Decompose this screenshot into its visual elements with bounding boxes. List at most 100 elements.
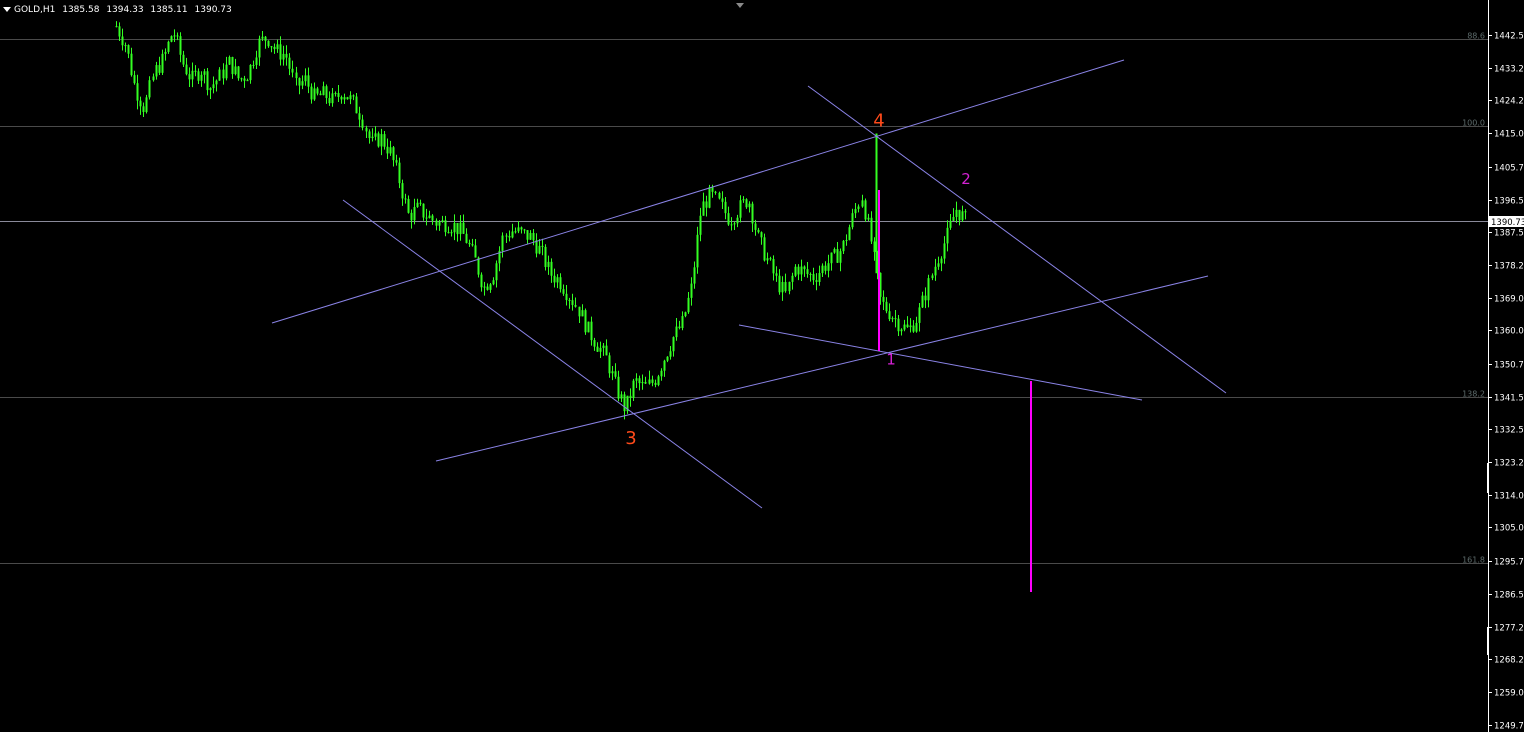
price-tick-label: 1286.53 (1494, 591, 1524, 601)
price-tick-label: 1360.03 (1494, 327, 1524, 337)
price-tick-label: 1341.53 (1494, 394, 1524, 404)
candle-body (374, 133, 377, 137)
candle-body (760, 232, 763, 238)
channel-line-falling-left (342, 199, 763, 509)
candle-body (888, 311, 891, 320)
price-tick-label: 1277.28 (1494, 624, 1524, 634)
candle-body (526, 230, 529, 240)
candle-body (410, 212, 413, 221)
candle-body (571, 300, 574, 305)
candle-body (784, 281, 787, 292)
candle-body (505, 235, 508, 237)
candle-body (520, 227, 523, 230)
candle-body (912, 325, 915, 332)
wave-label-3: 3 (625, 428, 636, 449)
candle-body (222, 69, 225, 79)
candle-body (252, 64, 255, 66)
candle-body (441, 220, 444, 222)
candle-body (918, 307, 921, 323)
candle-body (921, 295, 924, 308)
candle-body (587, 321, 590, 333)
candle-body (118, 26, 121, 37)
candle-body (228, 56, 231, 65)
candle-body (212, 84, 215, 89)
price-tick-label: 1314.03 (1494, 492, 1524, 502)
candle-body (684, 312, 687, 317)
candle-body (915, 322, 918, 332)
candle-body (751, 203, 754, 224)
candles (115, 21, 967, 420)
candle-body (170, 36, 173, 42)
candle-body (614, 371, 617, 377)
fib-level-label: 100.0 (1462, 119, 1485, 128)
candle-body (812, 274, 815, 281)
candle-body (365, 127, 368, 132)
candle-body (264, 36, 267, 41)
candle-body (766, 258, 769, 261)
candle-body (435, 220, 438, 226)
candle-body (657, 376, 660, 385)
candle-body (559, 277, 562, 290)
candle-body (885, 301, 888, 312)
candle-body (325, 86, 328, 99)
fib-level-label: 138.2 (1462, 390, 1485, 399)
candle-body (355, 96, 358, 114)
candle-body (523, 229, 526, 231)
candle-body (593, 340, 596, 347)
candle-body (727, 213, 730, 225)
candle-body (291, 68, 294, 73)
candle-body (431, 215, 434, 221)
wave-label-4: 4 (873, 110, 884, 131)
price-tick-label: 1305.03 (1494, 524, 1524, 534)
candle-body (316, 88, 319, 94)
candle-body (873, 241, 876, 252)
candle-body (279, 44, 282, 60)
candle-body (465, 233, 468, 243)
candle-body (243, 78, 246, 81)
candle-body (857, 206, 860, 210)
candle-body (678, 326, 681, 329)
candle-body (255, 57, 258, 65)
candle-body (225, 64, 228, 79)
candle-body (708, 187, 711, 208)
channel-line-wave-1 (738, 324, 1143, 401)
candle-body (578, 306, 581, 317)
candle-body (416, 202, 419, 208)
candle-body (958, 209, 961, 221)
candle-body (206, 71, 209, 91)
candle-body (246, 80, 249, 82)
candle-body (851, 213, 854, 228)
price-chart[interactable]: 88.6100.0138.2161.8 4213 1442.531433.281… (0, 0, 1524, 732)
price-tick-label: 1433.28 (1494, 65, 1524, 75)
price-tick-label: 1332.53 (1494, 426, 1524, 436)
candle-body (313, 88, 316, 100)
candle-body (179, 36, 182, 55)
candle-body (337, 93, 340, 97)
candle-body (261, 36, 264, 39)
candle-body (218, 69, 221, 81)
candle-body (696, 234, 699, 268)
candle-body (924, 295, 927, 301)
candle-body (164, 51, 167, 54)
candle-body (173, 35, 176, 37)
price-tick-label: 1249.78 (1494, 722, 1524, 732)
candle-body (836, 249, 839, 263)
candle-body (273, 46, 276, 50)
candle-body (623, 394, 626, 412)
candle-body (842, 240, 845, 252)
candle-body (830, 252, 833, 264)
candle-body (304, 75, 307, 82)
candle-body (161, 53, 164, 73)
candle-body (815, 280, 818, 282)
candle-body (894, 318, 897, 320)
candle-body (897, 318, 900, 332)
candle-body (803, 266, 806, 270)
candle-body (352, 95, 355, 97)
candle-body (471, 244, 474, 246)
candle-body (565, 293, 568, 300)
candle-body (949, 220, 952, 228)
candle-body (596, 346, 599, 352)
candle-body (687, 297, 690, 313)
candle-body (845, 239, 848, 241)
candle-body (508, 236, 511, 238)
